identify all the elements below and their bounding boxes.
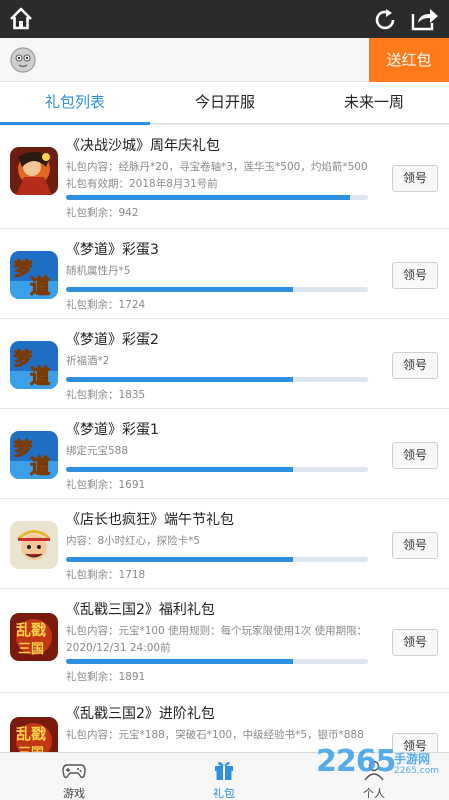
claim-button[interactable]: 领号: [392, 532, 438, 559]
list-item: 梦 道 《梦道》彩蛋1 绑定元宝588 礼包剩余：1691 领号: [0, 409, 449, 499]
remaining-progress-bar: [66, 557, 368, 562]
remaining-progress-bar: [66, 287, 368, 292]
send-hongbao-button[interactable]: 送红包: [369, 38, 449, 82]
gift-title: 《店长也疯狂》端午节礼包: [66, 512, 234, 528]
tab-gift-list[interactable]: 礼包列表: [0, 82, 150, 125]
watermark-site: 手游网: [394, 752, 431, 766]
progress-fill: [66, 287, 293, 292]
claim-button[interactable]: 领号: [392, 629, 438, 656]
list-item: 梦 道 《梦道》彩蛋3 随机属性丹*5 礼包剩余：1724 领号: [0, 229, 449, 319]
game-icon-luanchuo: 乱戳 三国: [10, 717, 58, 752]
nav-label: 礼包: [213, 787, 235, 800]
gift-description: 祈福酒*2: [66, 355, 110, 367]
svg-text:道: 道: [30, 364, 50, 388]
watermark-number: 2265: [316, 744, 396, 779]
watermark-url: 2265.com: [394, 766, 439, 776]
gift-remaining: 礼包剩余：1891: [66, 671, 146, 683]
remaining-progress-bar: [66, 195, 368, 200]
game-icon-luanchuo: 乱戳 三国: [10, 613, 58, 661]
claim-button[interactable]: 领号: [392, 442, 438, 469]
gift-title: 《梦道》彩蛋1: [66, 422, 159, 438]
progress-fill: [66, 659, 293, 664]
gift-title: 《梦道》彩蛋2: [66, 332, 159, 348]
gift-title: 《乱戳三国2》福利礼包: [66, 602, 215, 618]
gift-remaining: 礼包剩余：1724: [66, 299, 146, 311]
game-icon-mengdao: 梦 道: [10, 251, 58, 299]
remaining-progress-bar: [66, 467, 368, 472]
avatar-icon[interactable]: [10, 47, 36, 73]
nav-label: 游戏: [63, 787, 85, 800]
top-bar: [0, 0, 449, 38]
claim-button[interactable]: 领号: [392, 262, 438, 289]
gift-remaining: 礼包剩余：1835: [66, 389, 146, 401]
gift-description: 礼包内容：经脉丹*20，寻宝卷轴*3，莲华玉*500，灼焰箭*500 礼包有效期…: [66, 161, 368, 190]
progress-fill: [66, 195, 350, 200]
remaining-progress-bar: [66, 377, 368, 382]
game-icon-mengdao: 梦 道: [10, 341, 58, 389]
game-icon-dianzhang: [10, 521, 58, 569]
gift-title: 《乱戳三国2》进阶礼包: [66, 706, 215, 722]
list-item: 乱戳 三国 《乱戳三国2》福利礼包 礼包内容：元宝*100 使用规则：每个玩家限…: [0, 589, 449, 693]
svg-text:道: 道: [30, 454, 50, 478]
remaining-progress-bar: [66, 659, 368, 664]
gift-description: 绑定元宝588: [66, 445, 129, 457]
game-icon-juezhanshacheng: [10, 147, 58, 195]
gift-description: 礼包内容：元宝*100 使用规则：每个玩家限使用1次 使用期限：2020/12/…: [66, 625, 368, 654]
nav-games[interactable]: 游戏: [24, 753, 124, 800]
user-bar: 送红包: [0, 38, 449, 82]
tab-next-week[interactable]: 未来一周: [299, 82, 449, 124]
claim-button[interactable]: 领号: [392, 165, 438, 192]
progress-fill: [66, 557, 293, 562]
nav-label: 个人: [363, 787, 385, 800]
gift-description: 内容：8小时红心，探险卡*5: [66, 535, 201, 547]
game-icon-mengdao: 梦 道: [10, 431, 58, 479]
tab-bar: 礼包列表 今日开服 未来一周: [0, 82, 449, 125]
tab-today-open[interactable]: 今日开服: [150, 82, 300, 124]
refresh-icon[interactable]: [372, 7, 398, 33]
gift-remaining: 礼包剩余：942: [66, 207, 139, 219]
svg-text:乱戳: 乱戳: [16, 725, 46, 743]
claim-button[interactable]: 领号: [392, 352, 438, 379]
nav-gifts[interactable]: 礼包: [174, 753, 274, 800]
svg-text:乱戳: 乱戳: [16, 621, 46, 639]
list-item: 《决战沙城》周年庆礼包 礼包内容：经脉丹*20，寻宝卷轴*3，莲华玉*500，灼…: [0, 125, 449, 229]
gamepad-icon: [62, 764, 86, 779]
gift-title: 《决战沙城》周年庆礼包: [66, 138, 220, 154]
gift-icon: [215, 762, 233, 780]
progress-fill: [66, 377, 293, 382]
list-item: 《店长也疯狂》端午节礼包 内容：8小时红心，探险卡*5 礼包剩余：1718 领号: [0, 499, 449, 589]
list-item: 梦 道 《梦道》彩蛋2 祈福酒*2 礼包剩余：1835 领号: [0, 319, 449, 409]
home-icon[interactable]: [8, 6, 34, 32]
gift-description: 随机属性丹*5: [66, 265, 131, 277]
gift-remaining: 礼包剩余：1691: [66, 479, 146, 491]
share-icon[interactable]: [410, 6, 440, 32]
gift-remaining: 礼包剩余：1718: [66, 569, 146, 581]
gift-list: 《决战沙城》周年庆礼包 礼包内容：经脉丹*20，寻宝卷轴*3，莲华玉*500，灼…: [0, 125, 449, 752]
progress-fill: [66, 467, 293, 472]
site-watermark: 2265 手游网 2265.com: [316, 742, 449, 786]
gift-title: 《梦道》彩蛋3: [66, 242, 159, 258]
svg-text:三国: 三国: [18, 642, 44, 657]
svg-text:道: 道: [30, 274, 50, 298]
